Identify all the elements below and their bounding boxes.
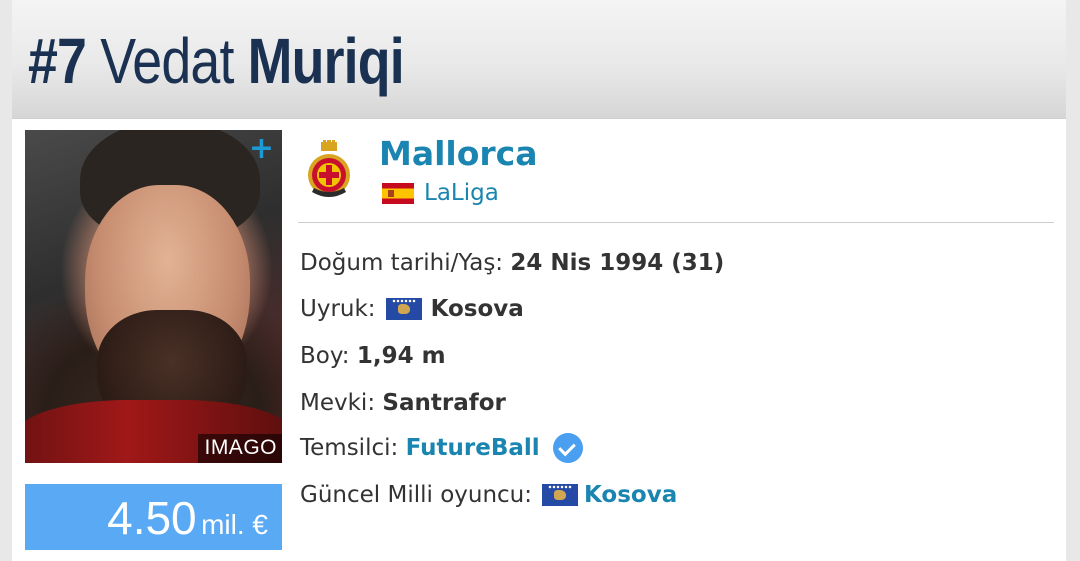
club-name-link[interactable]: Mallorca: [379, 132, 538, 176]
national-team-link[interactable]: Kosova: [584, 478, 677, 512]
detail-row-citizenship: Uyruk: Kosova: [300, 292, 524, 326]
player-title: #7 Vedat Muriqi: [28, 22, 405, 100]
player-last-name: Muriqi: [247, 25, 405, 97]
detail-row-height: Boy: 1,94 m: [300, 339, 446, 373]
national-label: Güncel Milli oyuncu:: [300, 482, 532, 508]
plus-icon[interactable]: +: [249, 134, 274, 164]
spain-flag-icon: [382, 182, 414, 204]
verified-check-icon: [552, 433, 583, 463]
player-first-name: Vedat: [100, 25, 234, 97]
citizenship-label: Uyruk:: [300, 296, 376, 322]
market-value-amount: 4.50: [107, 492, 197, 544]
agent-label: Temsilci:: [300, 435, 399, 461]
profile-header: #7 Vedat Muriqi: [12, 0, 1066, 119]
height-label: Boy:: [300, 343, 350, 369]
league-name-link[interactable]: LaLiga: [424, 178, 499, 208]
photo-credit: IMAGO: [198, 434, 282, 463]
birth-value: 24 Nis 1994 (31): [510, 250, 725, 276]
height-value: 1,94 m: [356, 343, 446, 369]
player-photo[interactable]: + IMAGO: [25, 130, 282, 463]
citizenship-value: Kosova: [430, 296, 524, 322]
kosovo-flag-icon: [385, 298, 422, 320]
shirt-number: #7: [28, 25, 87, 97]
detail-row-position: Mevki: Santrafor: [300, 386, 506, 420]
detail-row-birth: Doğum tarihi/Yaş: 24 Nis 1994 (31): [300, 246, 724, 280]
detail-row-agent: Temsilci: FutureBall: [300, 431, 583, 465]
market-value-unit: mil. €: [201, 509, 268, 540]
position-label: Mevki:: [300, 390, 376, 416]
position-value: Santrafor: [382, 390, 506, 416]
league-row[interactable]: LaLiga: [382, 178, 499, 208]
detail-row-national-team: Güncel Milli oyuncu: Kosova: [300, 478, 677, 512]
profile-card: #7 Vedat Muriqi + IMAGO 4.50 mil. € Mall…: [12, 0, 1066, 561]
club-crest-icon[interactable]: [306, 140, 352, 202]
kosovo-flag-icon: [542, 484, 578, 506]
club-section: Mallorca LaLiga: [298, 128, 1054, 223]
agent-link[interactable]: FutureBall: [406, 431, 540, 465]
birth-label: Doğum tarihi/Yaş:: [300, 250, 504, 276]
market-value-button[interactable]: 4.50 mil. €: [25, 484, 282, 550]
